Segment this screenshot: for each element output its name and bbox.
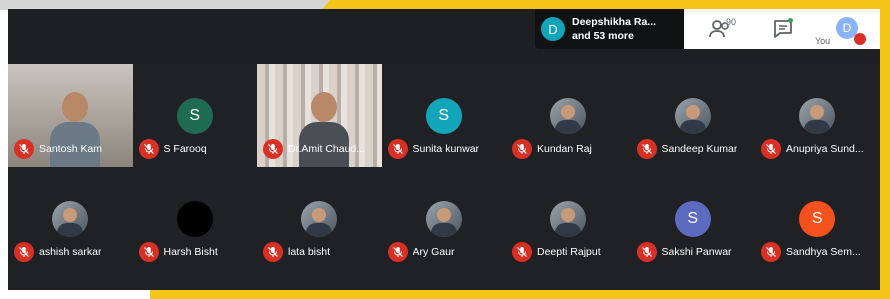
mic-off-icon xyxy=(263,242,283,262)
participant-name-row: Santosh Kam xyxy=(14,139,102,159)
participant-avatar xyxy=(799,98,836,134)
mic-off-icon xyxy=(14,242,34,262)
participant-avatar xyxy=(425,201,462,237)
presenter-name: Deepshikha Ra... xyxy=(572,16,657,28)
participant-tile[interactable]: Harsh Bisht xyxy=(133,167,258,270)
presenter-avatar: D xyxy=(541,17,565,41)
participant-name-row: Ary Gaur xyxy=(387,242,455,262)
participant-tile[interactable]: Anupriya Sund... xyxy=(755,64,880,167)
participant-name: Sandhya Sem... xyxy=(786,246,861,258)
participant-name: lata bisht xyxy=(288,246,331,258)
participant-avatar xyxy=(674,98,711,134)
participant-name-row: lata bisht xyxy=(263,242,330,262)
participant-tile[interactable]: Deepti Rajput xyxy=(506,167,631,270)
participant-tile[interactable]: lata bisht xyxy=(257,167,382,270)
participant-name-row: Harsh Bisht xyxy=(138,242,218,262)
mic-off-icon xyxy=(387,242,408,262)
participant-name-row: Anupriya Sund... xyxy=(761,139,864,159)
meeting-controls-panel: 90 You D xyxy=(684,9,880,49)
mic-off-icon xyxy=(14,139,34,159)
mic-off-icon xyxy=(761,139,781,159)
participant-avatar xyxy=(550,201,587,237)
participant-tile[interactable]: Sandeep Kumar xyxy=(631,64,756,167)
participant-name: Deepti Rajput xyxy=(537,246,601,258)
mic-off-icon xyxy=(263,139,283,159)
participant-avatar xyxy=(301,201,338,237)
mic-off-icon xyxy=(761,242,781,262)
mic-off-icon xyxy=(138,139,159,159)
participant-name: Santosh Kam xyxy=(39,143,103,155)
participant-avatar: S xyxy=(674,201,711,237)
presenter-text: Deepshikha Ra... and 53 more xyxy=(572,15,656,43)
participant-tile[interactable]: S S Farooq xyxy=(133,64,258,167)
frame-border-bottom xyxy=(150,290,890,299)
participant-name-row: Kundan Raj xyxy=(512,139,592,159)
participant-tile[interactable]: ashish sarkar xyxy=(8,167,133,270)
participant-name: Anupriya Sund... xyxy=(786,143,864,155)
participant-avatar xyxy=(52,201,89,237)
participant-name: Harsh Bisht xyxy=(163,246,218,258)
mic-off-icon xyxy=(387,139,408,159)
frame-border-right xyxy=(880,0,890,299)
participant-name-row: Sunita kunwar xyxy=(387,139,480,159)
presenter-chip[interactable]: D Deepshikha Ra... and 53 more xyxy=(535,9,685,49)
participant-name-row: Sandeep Kumar xyxy=(636,139,738,159)
participant-name: Kundan Raj xyxy=(537,143,592,155)
participant-tile[interactable]: S Sunita kunwar xyxy=(382,64,507,167)
participant-name-row: S Farooq xyxy=(138,139,207,159)
self-mic-off-icon xyxy=(854,33,866,45)
mic-off-icon xyxy=(512,139,532,159)
mic-off-icon xyxy=(138,242,159,262)
participant-name: Ary Gaur xyxy=(412,246,455,258)
participant-avatar xyxy=(176,201,213,237)
participant-name: ashish sarkar xyxy=(39,246,102,258)
presenter-more: and 53 more xyxy=(572,30,634,42)
participant-name-row: Deepti Rajput xyxy=(512,242,601,262)
participant-avatar: S xyxy=(425,98,462,134)
participant-avatar: S xyxy=(799,201,836,237)
participant-name-row: Dr.Amit Chaud... xyxy=(263,139,365,159)
participant-tile[interactable]: S Sakshi Panwar xyxy=(631,167,756,270)
participant-avatar: S xyxy=(176,98,213,134)
participant-tile[interactable]: S Sandhya Sem... xyxy=(755,167,880,270)
participant-avatar xyxy=(550,98,587,134)
mic-off-icon xyxy=(512,242,532,262)
you-label: You xyxy=(815,36,831,46)
mic-off-icon xyxy=(636,242,657,262)
participant-tile[interactable]: Dr.Amit Chaud... xyxy=(257,64,382,167)
participant-tile[interactable]: Kundan Raj xyxy=(506,64,631,167)
participant-name: Dr.Amit Chaud... xyxy=(288,143,366,155)
participant-name: Sakshi Panwar xyxy=(661,246,732,258)
participant-tile[interactable]: Ary Gaur xyxy=(382,167,507,270)
participant-name: Sandeep Kumar xyxy=(661,143,738,155)
participant-name-row: Sakshi Panwar xyxy=(636,242,732,262)
participant-name-row: Sandhya Sem... xyxy=(761,242,861,262)
participant-name: Sunita kunwar xyxy=(412,143,480,155)
people-count: 90 xyxy=(726,17,737,27)
chat-notification-dot xyxy=(788,18,793,23)
meeting-window: D Deepshikha Ra... and 53 more 90 You D … xyxy=(8,9,880,290)
mic-off-icon xyxy=(636,139,657,159)
participant-grid: Santosh Kam S S Farooq Dr.Amit Chaud... S Sun… xyxy=(8,64,880,290)
participant-name: S Farooq xyxy=(163,143,207,155)
participant-tile[interactable]: Santosh Kam xyxy=(8,64,133,167)
participant-name-row: ashish sarkar xyxy=(14,242,101,262)
